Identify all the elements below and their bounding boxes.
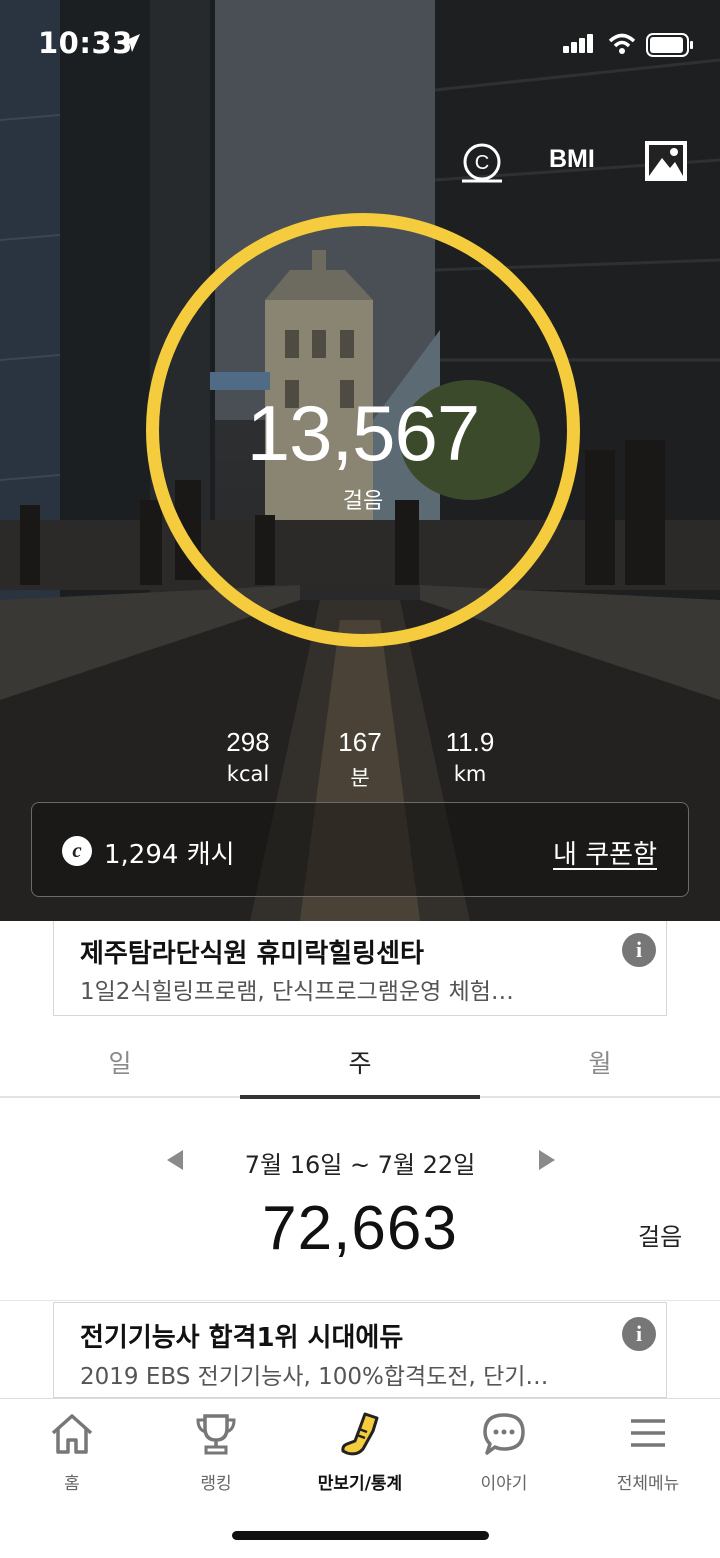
cash-bar[interactable]: c 1,294 캐시 내 쿠폰함 <box>31 802 689 897</box>
nav-menu-label: 전체메뉴 <box>616 1474 680 1494</box>
week-total-steps: 72,663 <box>262 1194 458 1263</box>
ad-description: 2019 EBS 전기기능사, 100%합격도전, 단기… <box>80 1364 549 1390</box>
ad-banner[interactable]: 제주탐라단식원 휴미락힐링센타 1일2식힐링프로램, 단식프로그램운영 체험… … <box>53 921 667 1016</box>
nav-home[interactable]: 홈 <box>0 1411 144 1494</box>
minutes-value: 167 <box>338 727 382 757</box>
week-steps-unit: 걸음 <box>638 1223 683 1251</box>
previous-week-arrow-icon[interactable] <box>165 1148 185 1172</box>
ad-title: 전기기능사 합격1위 시대에듀 <box>80 1323 404 1353</box>
cash-c-icon[interactable]: C <box>460 142 504 184</box>
info-icon[interactable]: i <box>622 1317 656 1351</box>
cash-coin-letter: c <box>72 838 82 862</box>
ad-title: 제주탐라단식원 휴미락힐링센타 <box>80 939 424 969</box>
minutes-stat: 167 분 <box>300 727 420 792</box>
section-divider <box>0 1300 720 1301</box>
ad-description: 1일2식힐링프로램, 단식프로그램운영 체험… <box>80 979 514 1005</box>
distance-value: 11.9 <box>445 727 495 757</box>
image-icon[interactable] <box>644 140 688 182</box>
shoe-icon <box>341 1412 379 1456</box>
tab-day[interactable]: 일 <box>0 1044 240 1080</box>
my-coupon-link[interactable]: 내 쿠폰함 <box>553 834 657 871</box>
hamburger-menu-icon <box>631 1419 665 1447</box>
active-tab-indicator <box>240 1095 480 1099</box>
period-tabs: 일 주 월 <box>0 1020 720 1100</box>
nav-ranking-label: 랭킹 <box>200 1474 232 1494</box>
info-icon[interactable]: i <box>622 933 656 967</box>
tab-month[interactable]: 월 <box>480 1044 720 1080</box>
nav-full-menu[interactable]: 전체메뉴 <box>576 1411 720 1494</box>
step-count: 13,567 <box>246 389 481 477</box>
minutes-unit: 분 <box>350 766 370 790</box>
svg-text:C: C <box>475 152 489 174</box>
cash-amount: 1,294 캐시 <box>104 840 235 870</box>
trophy-icon <box>196 1414 236 1455</box>
battery-icon <box>646 33 693 57</box>
nav-story[interactable]: 이야기 <box>432 1411 576 1494</box>
status-time: 10:33 <box>38 26 133 60</box>
home-indicator <box>232 1531 489 1540</box>
week-range: 7월 16일 ~ 7월 22일 <box>244 1151 476 1179</box>
cash-coin-icon: c <box>62 836 92 866</box>
chat-bubble-icon <box>483 1413 525 1455</box>
step-unit-label: 걸음 <box>342 489 384 514</box>
nav-ranking[interactable]: 랭킹 <box>144 1411 288 1494</box>
next-week-arrow-icon[interactable] <box>537 1148 557 1172</box>
calories-unit: kcal <box>226 762 270 786</box>
tab-week[interactable]: 주 <box>240 1044 480 1080</box>
wifi-icon <box>608 33 636 54</box>
cellular-signal-icon <box>563 34 593 53</box>
hero-photo-section: 10:33 C BMI 13,567 걸음 298 kcal 167 분 11.… <box>0 0 720 921</box>
calories-stat: 298 kcal <box>188 727 308 786</box>
nav-pedometer-label: 만보기/통계 <box>317 1474 403 1494</box>
bmi-button[interactable]: BMI <box>549 145 595 174</box>
distance-stat: 11.9 km <box>410 727 530 786</box>
calories-value: 298 <box>226 727 270 757</box>
nav-story-label: 이야기 <box>480 1474 528 1494</box>
location-arrow-icon <box>122 34 140 52</box>
nav-home-label: 홈 <box>64 1474 80 1494</box>
nav-pedometer-stats[interactable]: 만보기/통계 <box>288 1411 432 1494</box>
ad-banner[interactable]: 전기기능사 합격1위 시대에듀 2019 EBS 전기기능사, 100%합격도전… <box>53 1302 667 1398</box>
status-bar: 10:33 <box>0 0 720 92</box>
home-icon <box>51 1414 93 1454</box>
distance-unit: km <box>453 762 487 786</box>
